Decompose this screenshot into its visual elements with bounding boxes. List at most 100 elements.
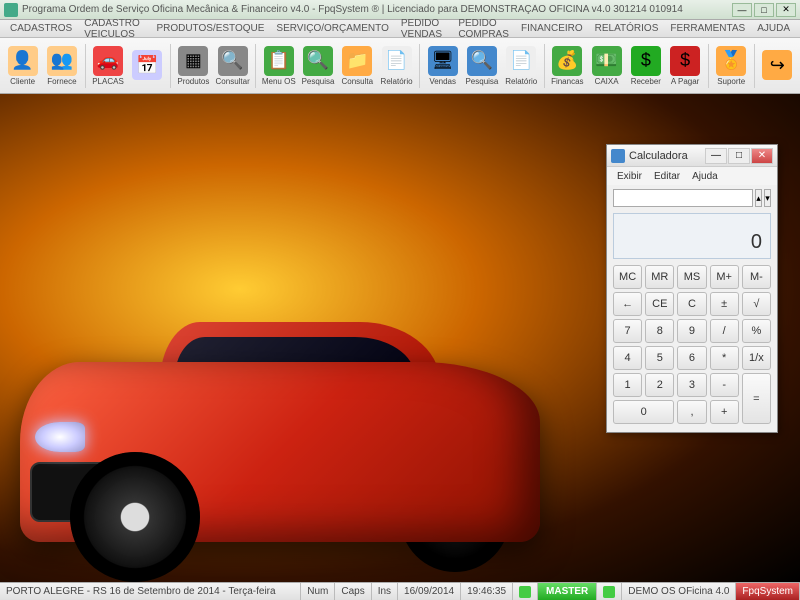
calculator-history-down-button[interactable]: ▾ (764, 189, 771, 207)
menu-financeiro[interactable]: FINANCEIRO (515, 23, 589, 34)
toolbar-label: Vendas (429, 77, 456, 86)
toolbar-pesquisa[interactable]: 🔍Pesquisa (463, 41, 500, 91)
calc-btn-2[interactable]: 2 (645, 373, 674, 397)
car-illustration: ◆ (0, 222, 580, 582)
close-button[interactable]: ✕ (776, 3, 796, 17)
toolbar-placas[interactable]: 🚗PLACAS (89, 41, 126, 91)
toolbar-label: Pesquisa (465, 77, 498, 86)
calculator-menu-editar[interactable]: Editar (648, 171, 686, 182)
toolbar-label: Menu OS (262, 77, 296, 86)
calculator-menu-ajuda[interactable]: Ajuda (686, 171, 724, 182)
menu-ferramentas[interactable]: FERRAMENTAS (664, 23, 751, 34)
toolbar-pesquisa[interactable]: 🔍Pesquisa (299, 41, 336, 91)
calc-btn-√[interactable]: √ (742, 292, 771, 316)
toolbar-fornece[interactable]: 👥Fornece (43, 41, 80, 91)
menu-pedido-vendas[interactable]: PEDIDO VENDAS (395, 18, 452, 40)
calc-btn-1/x[interactable]: 1/x (742, 346, 771, 370)
menu-produtos-estoque[interactable]: PRODUTOS/ESTOQUE (150, 23, 270, 34)
toolbar-label: PLACAS (92, 77, 124, 86)
calculator-keypad: MCMRMSM+M- ←CEC±√ 789/% 456*1/x 123-= 0,+ (607, 265, 777, 432)
menu-servico-orcamento[interactable]: SERVIÇO/ORÇAMENTO (270, 23, 394, 34)
toolbar-caixa[interactable]: 💵CAIXA (588, 41, 625, 91)
calc-btn-MS[interactable]: MS (677, 265, 706, 289)
calc-btn-/[interactable]: / (710, 319, 739, 343)
calculator-history-input[interactable] (613, 189, 753, 207)
calc-btn-±[interactable]: ± (710, 292, 739, 316)
toolbar-icon: 🔍 (218, 46, 248, 76)
toolbar-icon: $ (670, 46, 700, 76)
toolbar-relatório[interactable]: 📄Relatório (503, 41, 540, 91)
menu-ajuda[interactable]: AJUDA (751, 23, 796, 34)
toolbar-consultar[interactable]: 🔍Consultar (214, 41, 251, 91)
calculator-minimize-button[interactable]: — (705, 148, 727, 164)
calc-btn-MC[interactable]: MC (613, 265, 642, 289)
toolbar-relatório[interactable]: 📄Relatório (378, 41, 415, 91)
calc-btn-M-[interactable]: M- (742, 265, 771, 289)
toolbar-cliente[interactable]: 👤Cliente (4, 41, 41, 91)
status-demo: DEMO OS OFicina 4.0 (622, 583, 736, 600)
toolbar-btn-3[interactable]: 📅 (129, 41, 166, 91)
toolbar-icon: 📄 (382, 46, 412, 76)
calc-btn-M+[interactable]: M+ (710, 265, 739, 289)
calc-btn-1[interactable]: 1 (613, 373, 642, 397)
toolbar-vendas[interactable]: 🖥Vendas (424, 41, 461, 91)
toolbar-btn-18[interactable]: ↪ (759, 41, 796, 91)
toolbar-label: Relatório (505, 77, 537, 86)
toolbar-label: CAIXA (595, 77, 619, 86)
maximize-button[interactable]: □ (754, 3, 774, 17)
toolbar-icon: 🚗 (93, 46, 123, 76)
toolbar-label: Pesquisa (302, 77, 335, 86)
calc-btn-←[interactable]: ← (613, 292, 642, 316)
toolbar-suporte[interactable]: 🏅Suporte (713, 41, 750, 91)
calc-btn-%[interactable]: % (742, 319, 771, 343)
calc-btn-C[interactable]: C (677, 292, 706, 316)
status-ins: Ins (372, 583, 398, 600)
app-icon (4, 3, 18, 17)
menu-cadastros[interactable]: CADASTROS (4, 23, 78, 34)
toolbar-consulta[interactable]: 📁Consulta (339, 41, 376, 91)
menu-cadastro-veiculos[interactable]: CADASTRO VEICULOS (78, 18, 150, 40)
toolbar-icon: ↪ (762, 50, 792, 80)
calc-btn-7[interactable]: 7 (613, 319, 642, 343)
toolbar-icon: 🔍 (467, 46, 497, 76)
toolbar-receber[interactable]: $Receber (627, 41, 664, 91)
menu-pedido-compras[interactable]: PEDIDO COMPRAS (452, 18, 515, 40)
calc-btn-9[interactable]: 9 (677, 319, 706, 343)
toolbar-label: Receber (631, 77, 661, 86)
calc-btn-equals[interactable]: = (742, 373, 771, 424)
calc-btn-8[interactable]: 8 (645, 319, 674, 343)
toolbar-icon: $ (631, 46, 661, 76)
toolbar-icon: 💵 (592, 46, 622, 76)
toolbar-menu os[interactable]: 📋Menu OS (260, 41, 297, 91)
status-date: 16/09/2014 (398, 583, 461, 600)
calc-btn-CE[interactable]: CE (645, 292, 674, 316)
calc-btn-MR[interactable]: MR (645, 265, 674, 289)
status-server-icon (597, 583, 622, 600)
status-brand: FpqSystem (736, 583, 800, 600)
toolbar-a pagar[interactable]: $A Pagar (666, 41, 703, 91)
calculator-titlebar[interactable]: Calculadora — □ ✕ (607, 145, 777, 167)
calc-btn-6[interactable]: 6 (677, 346, 706, 370)
calculator-window: Calculadora — □ ✕ Exibir Editar Ajuda ▴ … (606, 144, 778, 433)
calculator-history-up-button[interactable]: ▴ (755, 189, 762, 207)
toolbar-icon: 📋 (264, 46, 294, 76)
calc-btn-0[interactable]: 0 (613, 400, 674, 424)
calc-btn-3[interactable]: 3 (677, 373, 706, 397)
toolbar-icon: 📄 (506, 46, 536, 76)
calc-btn-,[interactable]: , (677, 400, 706, 424)
calculator-menu-exibir[interactable]: Exibir (611, 171, 648, 182)
calc-btn-4[interactable]: 4 (613, 346, 642, 370)
toolbar-financas[interactable]: 💰Financas (549, 41, 586, 91)
calculator-menubar: Exibir Editar Ajuda (607, 167, 777, 185)
menu-relatorios[interactable]: RELATÓRIOS (589, 23, 665, 34)
toolbar-produtos[interactable]: ▦Produtos (175, 41, 212, 91)
calc-btn-*[interactable]: * (710, 346, 739, 370)
calculator-maximize-button[interactable]: □ (728, 148, 750, 164)
calc-btn-5[interactable]: 5 (645, 346, 674, 370)
calc-btn--[interactable]: - (710, 373, 739, 397)
status-caps: Caps (335, 583, 371, 600)
calc-btn-+[interactable]: + (710, 400, 739, 424)
minimize-button[interactable]: — (732, 3, 752, 17)
calculator-close-button[interactable]: ✕ (751, 148, 773, 164)
toolbar-icon: 👥 (47, 46, 77, 76)
